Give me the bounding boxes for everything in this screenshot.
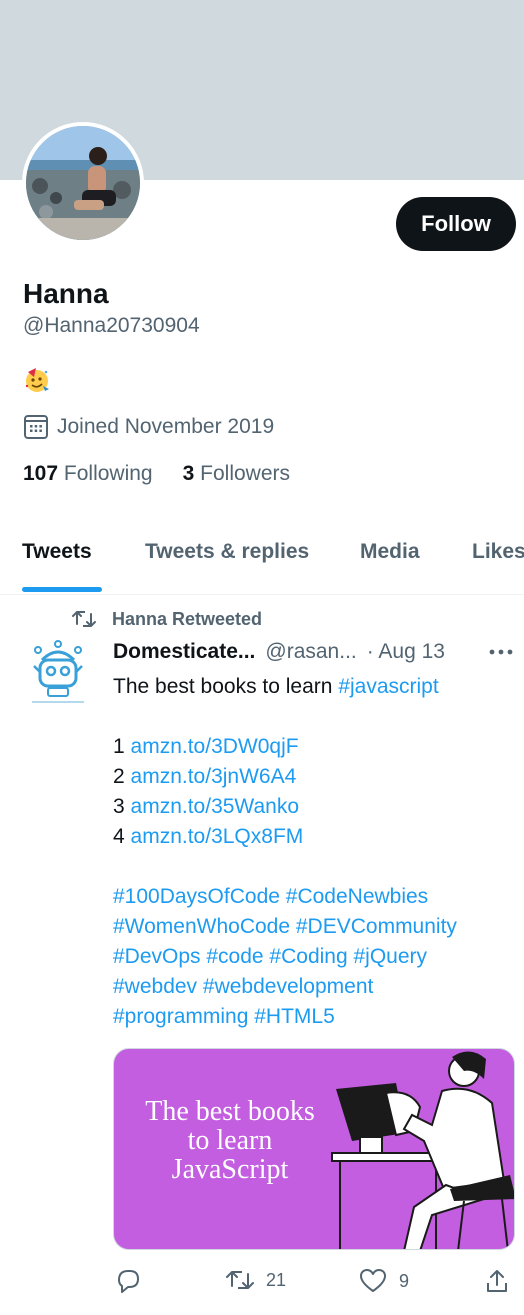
retweet-label: Hanna Retweeted [112,608,263,629]
share-icon [487,1270,507,1292]
active-tab-indicator [22,587,102,592]
reply-icon [118,1270,139,1293]
hashtag-line[interactable]: #100DaysOfCode #CodeNewbies [113,882,513,912]
book-line: 1 amzn.to/3DW0qjF [113,732,513,762]
book-line: 4 amzn.to/3LQx8FM [113,822,513,852]
followers-count: 3 [182,462,195,485]
book-number: 2 [113,765,125,788]
share-button[interactable] [485,1268,521,1294]
book-link[interactable]: amzn.to/3jnW6A4 [131,765,297,788]
joined-date: Joined November 2019 [23,414,274,440]
tweet-date[interactable]: · Aug 13 [367,640,445,664]
calendar-icon [24,415,48,439]
hashtag-line[interactable]: #WomenWhoCode #DEVCommunity [113,912,513,942]
tweet-author-name[interactable]: Domesticate... [113,640,255,664]
profile-name: Hanna [23,278,109,309]
book-number: 3 [113,795,125,818]
tweet-intro-text: The best books to learn [113,675,339,698]
retweet-action-icon [226,1271,254,1289]
follow-button[interactable]: Follow [396,197,516,251]
following-label: Following [63,462,153,485]
tweet-author-avatar[interactable] [22,636,94,708]
book-link[interactable]: amzn.to/35Wanko [131,795,299,818]
book-number: 4 [113,825,125,848]
hashtag-line[interactable]: #programming #HTML5 [113,1002,513,1032]
tab-tweets-and-replies[interactable]: Tweets & replies [145,540,309,564]
reply-button[interactable] [115,1268,153,1294]
hashtag-line[interactable]: #webdev #webdevelopment [113,972,513,1002]
joined-label: Joined November 2019 [57,415,275,438]
tweet-text: The best books to learn #javascript 1 am… [113,672,513,1032]
heart-icon [360,1269,386,1292]
followers-link[interactable]: 3 Followers [183,462,290,486]
following-link[interactable]: 107 Following [23,462,153,486]
tweet-intro-line: The best books to learn #javascript [113,672,513,702]
domesticated-logo-icon [22,636,94,708]
follow-stats: 107 Following 3 Followers [23,462,320,486]
book-line: 2 amzn.to/3jnW6A4 [113,762,513,792]
followers-label: Followers [200,462,290,485]
tweet-actions: 21 9 [113,1268,513,1302]
book-link[interactable]: amzn.to/3DW0qjF [131,735,299,758]
retweet-context[interactable]: Hanna Retweeted [72,608,262,630]
party-face-emoji-icon [25,368,49,392]
avatar-photo [26,126,140,240]
hashtag-line[interactable]: #DevOps #code #Coding #jQuery [113,942,513,972]
tab-media[interactable]: Media [360,540,420,564]
retweet-count: 21 [266,1269,287,1290]
book-number: 1 [113,735,125,758]
retweet-icon [72,611,96,627]
person-at-computer-illustration [331,1051,514,1249]
like-button[interactable]: 9 [359,1268,409,1294]
book-line: 3 amzn.to/35Wanko [113,792,513,822]
hashtag-javascript-link[interactable]: #javascript [338,675,438,698]
book-link[interactable]: amzn.to/3LQx8FM [131,825,304,848]
profile-handle: @Hanna20730904 [23,314,200,337]
tweet-header: Domesticate... @rasan... · Aug 13 [113,640,445,664]
tweet-media-image[interactable]: The best books to learn JavaScript [113,1048,515,1250]
tab-tweets[interactable]: Tweets [22,540,92,564]
profile-avatar[interactable] [22,122,144,244]
retweet-button[interactable]: 21 [226,1268,286,1292]
following-count: 107 [23,462,59,485]
tweet-author-handle[interactable]: @rasan... [265,640,356,664]
like-count: 9 [399,1270,410,1291]
tab-likes[interactable]: Likes [472,540,524,564]
more-options-icon[interactable] [488,644,514,660]
profile-tabs: Tweets Tweets & replies Media Likes [0,530,524,595]
